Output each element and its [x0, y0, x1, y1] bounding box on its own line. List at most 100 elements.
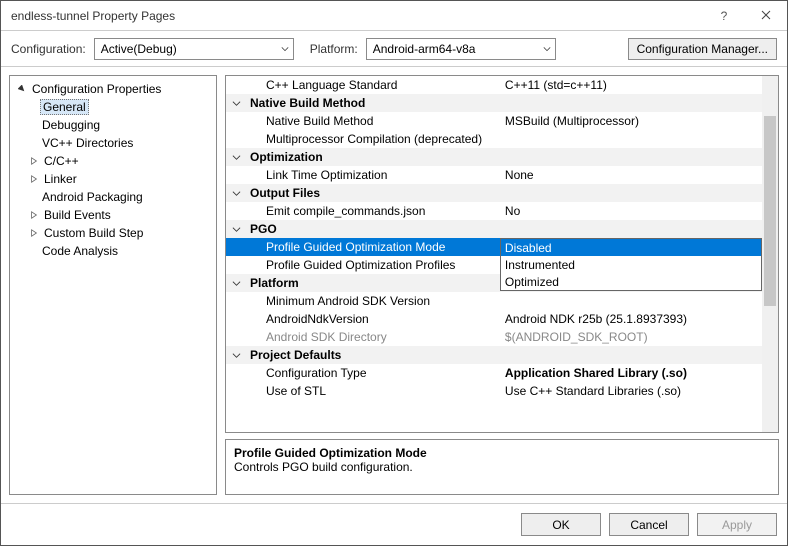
grid-row[interactable]: Android SDK Directory$(ANDROID_SDK_ROOT): [226, 328, 778, 346]
tree-item-label: Build Events: [42, 208, 113, 222]
body: Configuration Properties General Debuggin…: [1, 67, 787, 503]
grid-category[interactable]: Output Files: [226, 184, 778, 202]
grid-row[interactable]: Multiprocessor Compilation (deprecated): [226, 130, 778, 148]
dropdown-option[interactable]: Optimized: [501, 273, 761, 290]
grid-name: Multiprocessor Compilation (deprecated): [246, 130, 500, 148]
description-text: Controls PGO build configuration.: [234, 460, 770, 474]
grid-row[interactable]: AndroidNdkVersionAndroid NDK r25b (25.1.…: [226, 310, 778, 328]
grid-name: Configuration Type: [246, 364, 500, 382]
grid-value[interactable]: None: [500, 166, 778, 184]
grid-expand: [226, 364, 246, 382]
grid-row[interactable]: Use of STLUse C++ Standard Libraries (.s…: [226, 382, 778, 400]
expand-icon[interactable]: [28, 227, 40, 239]
grid-name: Minimum Android SDK Version: [246, 292, 500, 310]
property-grid[interactable]: C++ Language StandardC++11 (std=c++11)Na…: [225, 75, 779, 433]
grid-expand: [226, 310, 246, 328]
grid-name: PGO: [246, 220, 500, 238]
titlebar: endless-tunnel Property Pages ?: [1, 1, 787, 31]
grid-category[interactable]: Native Build Method: [226, 94, 778, 112]
tree-item[interactable]: Android Packaging: [10, 188, 216, 206]
configuration-value: Active(Debug): [101, 42, 177, 56]
grid-value[interactable]: No: [500, 202, 778, 220]
tree-item-label: C/C++: [42, 154, 81, 168]
tree-item[interactable]: C/C++: [10, 152, 216, 170]
footer: OK Cancel Apply: [1, 503, 787, 545]
grid-row[interactable]: Native Build MethodMSBuild (Multiprocess…: [226, 112, 778, 130]
grid-expand: [226, 328, 246, 346]
grid-category[interactable]: PGO: [226, 220, 778, 238]
tree-item-label: Debugging: [40, 118, 102, 132]
grid-expand: [226, 256, 246, 274]
tree-item[interactable]: General: [10, 98, 216, 116]
tree-item[interactable]: VC++ Directories: [10, 134, 216, 152]
window-title: endless-tunnel Property Pages: [11, 9, 703, 23]
grid-expand: [226, 382, 246, 400]
grid-value[interactable]: MSBuild (Multiprocessor): [500, 112, 778, 130]
grid-row[interactable]: Link Time OptimizationNone: [226, 166, 778, 184]
grid-row[interactable]: Emit compile_commands.jsonNo: [226, 202, 778, 220]
dropdown-option[interactable]: Disabled: [501, 239, 761, 256]
dropdown-option[interactable]: Instrumented: [501, 256, 761, 273]
grid-name: Platform: [246, 274, 500, 292]
grid-name: Optimization: [246, 148, 500, 166]
property-pages-window: endless-tunnel Property Pages ? Configur…: [0, 0, 788, 546]
grid-expand: [226, 202, 246, 220]
collapse-icon[interactable]: [16, 83, 28, 95]
tree-root[interactable]: Configuration Properties: [10, 80, 216, 98]
grid-value[interactable]: C++11 (std=c++11): [500, 76, 778, 94]
chevron-down-icon: [226, 184, 246, 202]
grid-expand: [226, 166, 246, 184]
grid-category[interactable]: Optimization: [226, 148, 778, 166]
grid-value[interactable]: Application Shared Library (.so): [500, 364, 778, 382]
tree-item[interactable]: Code Analysis: [10, 242, 216, 260]
config-bar: Configuration: Active(Debug) Platform: A…: [1, 31, 787, 67]
help-button[interactable]: ?: [703, 1, 745, 31]
grid-value[interactable]: [500, 130, 778, 148]
configuration-label: Configuration:: [11, 42, 86, 56]
platform-label: Platform:: [310, 42, 358, 56]
cancel-button[interactable]: Cancel: [609, 513, 689, 536]
grid-row[interactable]: C++ Language StandardC++11 (std=c++11): [226, 76, 778, 94]
scrollbar[interactable]: [762, 76, 778, 432]
tree-item[interactable]: Debugging: [10, 116, 216, 134]
close-icon: [761, 9, 771, 23]
dropdown-list[interactable]: Disabled Instrumented Optimized: [500, 238, 762, 291]
grid-expand: [226, 292, 246, 310]
grid-row[interactable]: Configuration TypeApplication Shared Lib…: [226, 364, 778, 382]
platform-combo[interactable]: Android-arm64-v8a: [366, 38, 556, 60]
grid-expand: [226, 76, 246, 94]
config-tree[interactable]: Configuration Properties General Debuggin…: [9, 75, 217, 495]
tree-item[interactable]: Custom Build Step: [10, 224, 216, 242]
tree-item-label: Custom Build Step: [42, 226, 145, 240]
scrollbar-thumb[interactable]: [764, 116, 776, 306]
grid-expand: [226, 130, 246, 148]
configuration-combo[interactable]: Active(Debug): [94, 38, 294, 60]
expand-icon[interactable]: [28, 209, 40, 221]
grid-row[interactable]: Minimum Android SDK Version: [226, 292, 778, 310]
grid-name: Native Build Method: [246, 112, 500, 130]
tree-item-label: Linker: [42, 172, 79, 186]
grid-expand: [226, 112, 246, 130]
chevron-down-icon: [226, 148, 246, 166]
apply-button[interactable]: Apply: [697, 513, 777, 536]
grid-category[interactable]: Project Defaults: [226, 346, 778, 364]
grid-value[interactable]: Use C++ Standard Libraries (.so): [500, 382, 778, 400]
expand-icon[interactable]: [28, 155, 40, 167]
tree-item[interactable]: Build Events: [10, 206, 216, 224]
grid-value[interactable]: Android NDK r25b (25.1.8937393): [500, 310, 778, 328]
grid-name: Output Files: [246, 184, 500, 202]
platform-value: Android-arm64-v8a: [373, 42, 476, 56]
configuration-manager-button[interactable]: Configuration Manager...: [628, 38, 777, 60]
ok-button[interactable]: OK: [521, 513, 601, 536]
grid-name: Use of STL: [246, 382, 500, 400]
grid-value[interactable]: [500, 292, 778, 310]
close-button[interactable]: [745, 1, 787, 31]
grid-name: Link Time Optimization: [246, 166, 500, 184]
tree-item[interactable]: Linker: [10, 170, 216, 188]
grid-value[interactable]: $(ANDROID_SDK_ROOT): [500, 328, 778, 346]
chevron-down-icon: [281, 42, 289, 56]
expand-icon[interactable]: [28, 173, 40, 185]
grid-name: Native Build Method: [246, 94, 500, 112]
chevron-down-icon: [226, 346, 246, 364]
tree-item-label: Android Packaging: [40, 190, 145, 204]
